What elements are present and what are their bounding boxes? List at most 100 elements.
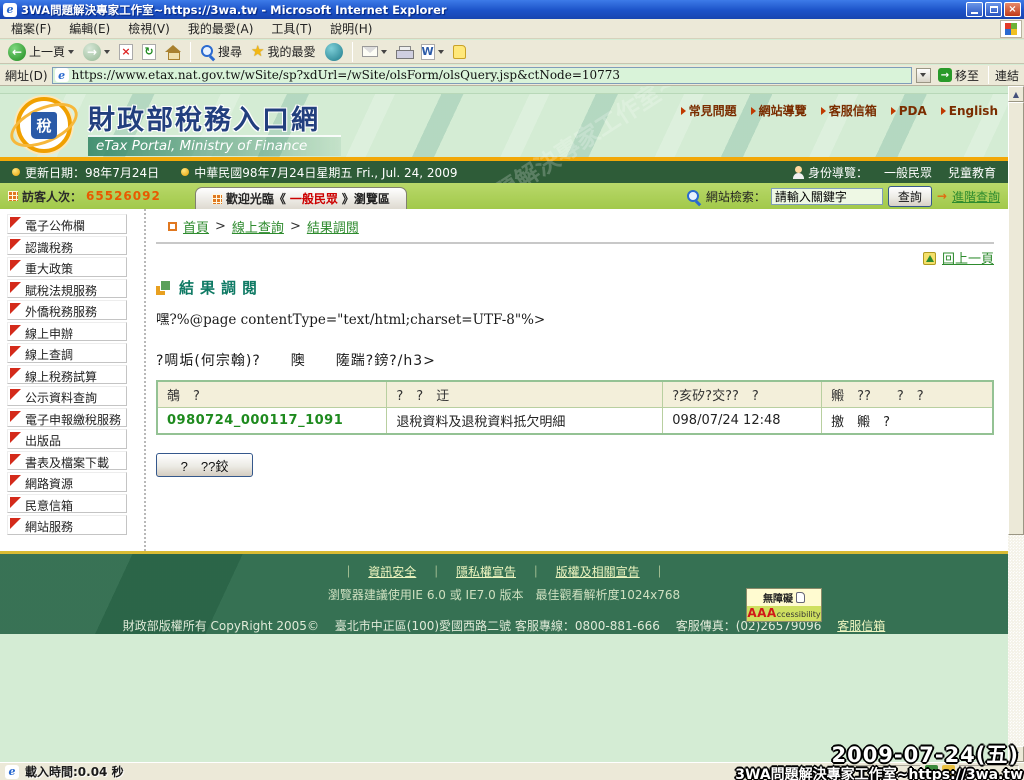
scrollbar-thumb[interactable] — [1008, 102, 1024, 535]
go-button[interactable]: → 移至 — [935, 66, 982, 85]
sidebar-item-label: 線上查調 — [25, 348, 73, 362]
search-button[interactable]: 搜尋 — [197, 42, 245, 61]
mail-dropdown-icon[interactable] — [381, 50, 387, 54]
sidebar-item-know-tax[interactable]: 認識稅務 — [7, 236, 127, 256]
stop-button[interactable]: × — [116, 43, 136, 61]
sidebar-item-efiling[interactable]: 電子申報繳稅服務 — [7, 408, 127, 428]
search-label: 搜尋 — [218, 43, 242, 60]
footer-separator: ｜ — [530, 565, 542, 579]
flag-icon — [10, 282, 21, 293]
square-bullet-icon — [168, 222, 177, 231]
page-content: 3WA問題解決專家工作室~https://3wa.tw 稅 財政部稅務入口網 e… — [0, 86, 1008, 762]
badge-top: 無障礙 — [747, 589, 821, 606]
footer-link-copyright[interactable]: 版權及相關宣告 — [556, 565, 640, 579]
scroll-up-button[interactable]: ▲ — [1008, 86, 1024, 102]
link-service-mail[interactable]: 客服信箱 — [821, 102, 877, 119]
identity-label: 身份導覽： — [808, 164, 868, 181]
sidebar-item-site-service[interactable]: 網站服務 — [7, 515, 127, 535]
home-icon — [165, 44, 181, 59]
discuss-button[interactable] — [450, 44, 469, 60]
breadcrumb-home[interactable]: 首頁 — [183, 217, 209, 236]
link-faq[interactable]: 常見問題 — [681, 102, 737, 119]
home-button[interactable] — [162, 43, 184, 60]
sidebar-item-label: 民意信箱 — [25, 499, 73, 513]
vertical-scrollbar[interactable]: ▲ ▼ — [1008, 86, 1024, 762]
address-bar: 網址(D) e → 移至 連結 — [0, 65, 1024, 86]
menu-view[interactable]: 檢視(V) — [119, 18, 179, 39]
welcome-tab[interactable]: 歡迎光臨《 一般民眾 》瀏覽區 — [195, 187, 407, 209]
sidebar-item-policy[interactable]: 重大政策 — [7, 257, 127, 277]
history-button[interactable] — [322, 42, 346, 62]
footer-separator: ｜ — [342, 565, 354, 579]
sidebar-item-tax-trial[interactable]: 線上稅務試算 — [7, 365, 127, 385]
forward-dropdown-icon[interactable] — [104, 50, 110, 54]
visitor-count: 65526092 — [86, 189, 161, 203]
accessibility-badge[interactable]: 無障礙 AAA ccessibility — [746, 588, 822, 622]
breadcrumb-result-view[interactable]: 結果調閱 — [307, 217, 359, 236]
address-dropdown-button[interactable] — [916, 68, 931, 83]
advanced-search-link[interactable]: 進階查詢 — [952, 188, 1000, 205]
history-icon — [325, 43, 343, 61]
sidebar-item-opinion-mail[interactable]: 民意信箱 — [7, 494, 127, 514]
forward-button[interactable]: → — [80, 42, 113, 62]
back-button[interactable]: ← 上一頁 — [5, 42, 77, 62]
edit-dropdown-icon[interactable] — [438, 50, 444, 54]
sidebar-item-publications[interactable]: 出版品 — [7, 429, 127, 449]
print-button[interactable] — [393, 45, 415, 59]
flag-icon — [10, 411, 21, 422]
minimize-button[interactable] — [966, 2, 983, 17]
back-dropdown-icon[interactable] — [68, 50, 74, 54]
welcome-suffix: 》瀏覽區 — [342, 190, 390, 207]
service-mail-link[interactable]: 客服信箱 — [837, 619, 885, 633]
mail-icon — [362, 46, 378, 57]
sidebar-item-label: 電子公佈欄 — [25, 219, 85, 233]
visitor-label: 訪客人次： — [22, 188, 82, 205]
favorites-button[interactable]: ★ 我的最愛 — [248, 42, 318, 61]
site-search-input[interactable] — [771, 188, 883, 205]
menu-file[interactable]: 檔案(F) — [2, 18, 60, 39]
breadcrumb-online-query[interactable]: 線上查詢 — [232, 217, 284, 236]
address-input[interactable] — [72, 68, 909, 82]
menu-tools[interactable]: 工具(T) — [262, 18, 321, 39]
site-search-label: 網站檢索： — [706, 188, 766, 205]
back-link[interactable]: 回上一頁 — [942, 252, 994, 267]
link-english[interactable]: English — [941, 102, 998, 119]
footer-link-security[interactable]: 資訊安全 — [368, 565, 416, 579]
sidebar-item-public-data[interactable]: 公示資料查詢 — [7, 386, 127, 406]
site-search-button[interactable]: 查詢 — [888, 186, 932, 207]
restore-button[interactable] — [985, 2, 1002, 17]
record-id-link[interactable]: 0980724_000117_1091 — [167, 413, 343, 428]
menu-help[interactable]: 說明(H) — [321, 18, 381, 39]
window-title: 3WA問題解決專家工作室~https://3wa.tw - Microsoft … — [21, 2, 964, 18]
close-button[interactable]: × — [1004, 2, 1021, 17]
flag-icon — [10, 389, 21, 400]
flag-icon — [10, 432, 21, 443]
link-pda[interactable]: PDA — [891, 102, 927, 119]
edit-button[interactable]: W — [418, 43, 447, 61]
mail-button[interactable] — [359, 45, 390, 58]
sidebar-item-online-apply[interactable]: 線上申辦 — [7, 322, 127, 342]
sidebar-item-tax-law[interactable]: 賦稅法規服務 — [7, 279, 127, 299]
sidebar-item-online-query[interactable]: 線上查調 — [7, 343, 127, 363]
copyright-line: 財政部版權所有 CopyRight 2005© 臺北市中正區(100)愛國西路二… — [0, 617, 1008, 634]
sidebar-item-downloads[interactable]: 書表及檔案下載 — [7, 451, 127, 471]
menu-favorites[interactable]: 我的最愛(A) — [179, 18, 263, 39]
sidebar-item-label: 外僑稅務服務 — [25, 305, 97, 319]
identity-general-public[interactable]: 一般民眾 — [884, 164, 932, 181]
action-button[interactable]: ? ??鉸 — [156, 453, 253, 477]
link-sitemap[interactable]: 網站導覽 — [751, 102, 807, 119]
refresh-button[interactable]: ↻ — [139, 43, 159, 61]
menu-edit[interactable]: 編輯(E) — [60, 18, 119, 39]
date-bar: 更新日期：98年7月24日 中華民國98年7月24日星期五 Fri., Jul.… — [0, 161, 1008, 183]
footer-link-privacy[interactable]: 隱私權宣告 — [456, 565, 516, 579]
sidebar-item-label: 網路資源 — [25, 477, 73, 491]
links-label[interactable]: 連結 — [995, 67, 1019, 84]
cell-record-id[interactable]: 0980724_000117_1091 — [157, 408, 387, 435]
flag-icon — [10, 497, 21, 508]
sidebar-item-bulletin[interactable]: 電子公佈欄 — [7, 214, 127, 234]
identity-children-edu[interactable]: 兒童教育 — [948, 164, 996, 181]
sidebar-item-label: 賦稅法規服務 — [25, 284, 97, 298]
etax-logo[interactable]: 稅 — [16, 97, 72, 153]
sidebar-item-foreigner[interactable]: 外僑稅務服務 — [7, 300, 127, 320]
sidebar-item-resources[interactable]: 網路資源 — [7, 472, 127, 492]
